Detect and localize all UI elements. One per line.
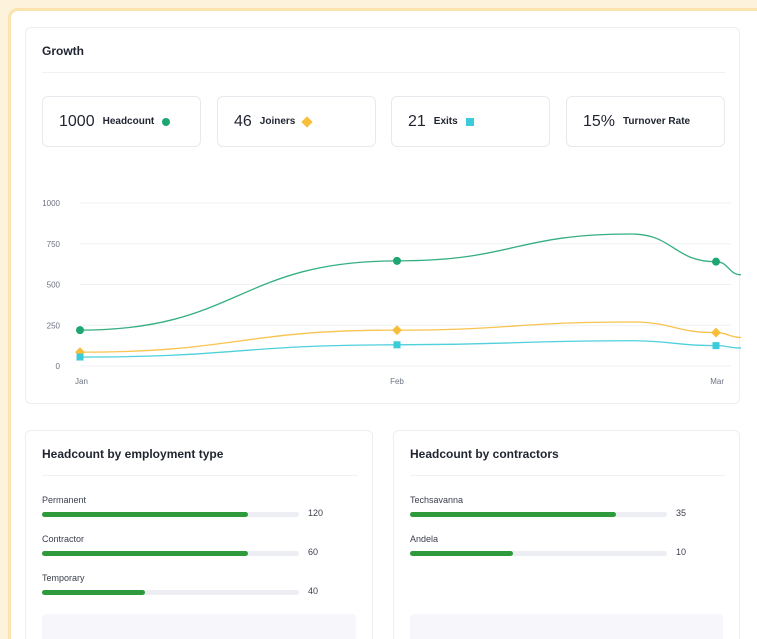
bar-value-techsavanna: 35 [676,508,687,518]
contractors-divider [410,475,725,476]
series-1-point-mar [711,327,721,338]
series-0-point-feb [393,256,401,265]
contractors-title: Headcount by contractors [410,447,559,461]
y-tick-label: 0 [56,362,61,371]
y-tick-label: 500 [47,281,61,290]
bar-track-andela [410,551,667,556]
bar-value-permanent: 120 [308,508,324,518]
x-tick-label-mar: Mar [710,377,724,386]
growth-line-chart: 1000 750 500 250 0 Jan Feb Mar [42,199,741,386]
bar-track-temporary [42,590,299,595]
contractors-footer [410,614,723,639]
bar-value-temporary: 40 [308,586,319,596]
series-0-point-mar [712,257,720,266]
series-line-1 [79,321,741,353]
employment-type-card: Headcount by employment type Permanent 1… [25,430,373,639]
bar-fill-permanent [42,512,248,517]
bar-track-contractor [42,551,299,556]
bar-track-techsavanna [410,512,667,517]
series-1-point-feb [392,325,402,336]
series-2-point-feb [393,341,401,349]
employment-type-divider [42,475,358,476]
series-0-point-jan [76,326,84,335]
bar-label-techsavanna: Techsavanna [410,495,464,505]
series-2-point-mar [712,342,720,350]
employment-type-footer [42,614,356,639]
series-line-0 [79,233,741,331]
series-2-point-jan [76,353,84,361]
bar-fill-temporary [42,590,145,595]
bar-track-permanent [42,512,299,517]
bar-label-temporary: Temporary [42,573,85,583]
bar-fill-techsavanna [410,512,616,517]
y-tick-label: 750 [47,240,61,249]
bar-fill-contractor [42,551,248,556]
growth-card: Growth 1000 Headcount 46 Joiners 21 Exit… [25,27,741,404]
bar-fill-andela [410,551,513,556]
x-tick-label-feb: Feb [390,377,404,386]
bar-label-permanent: Permanent [42,495,87,505]
contractors-card: Headcount by contractors Techsavanna 35 … [393,430,740,639]
x-tick-label-jan: Jan [75,377,88,386]
employment-type-title: Headcount by employment type [42,447,224,461]
bar-label-andela: Andela [410,534,439,544]
y-tick-label: 250 [47,321,61,330]
bar-value-andela: 10 [676,547,687,557]
bar-value-contractor: 60 [308,547,319,557]
bar-label-contractor: Contractor [42,534,85,544]
y-tick-label: 1000 [42,199,60,208]
